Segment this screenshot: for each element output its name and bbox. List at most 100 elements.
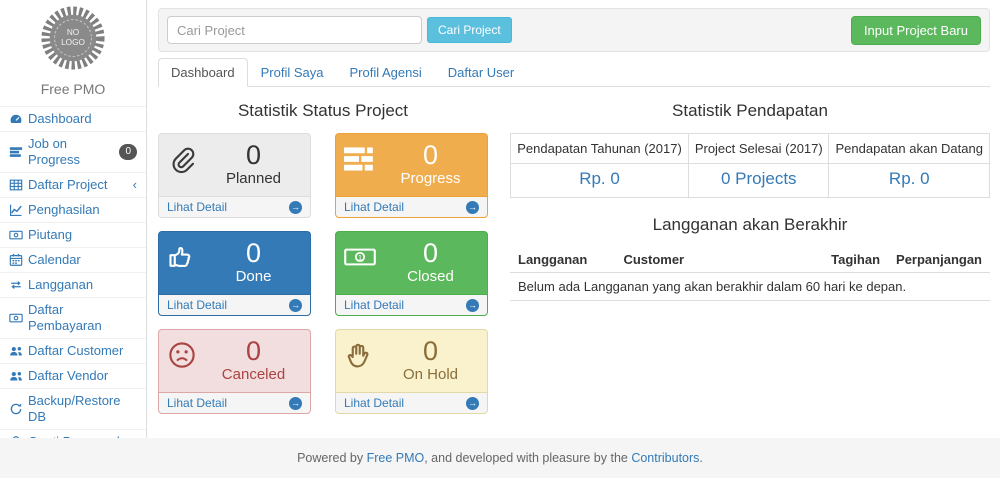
subscription-header: Tagihan: [816, 247, 888, 273]
chevron-left-icon: ‹: [133, 179, 137, 191]
status-section: Statistik Status Project 0 Planned Lihat…: [158, 87, 488, 414]
card-count: 0: [205, 141, 302, 170]
card-count: 0: [205, 337, 302, 366]
subscription-header: Perpanjangan: [888, 247, 990, 273]
card-count: 0: [382, 141, 479, 170]
sidebar-item-calendar[interactable]: Calendar: [0, 247, 146, 272]
arrow-circle-right-icon: →: [289, 201, 302, 214]
tab-dashboard[interactable]: Dashboard: [158, 58, 248, 87]
sidebar-item-job-on-progress[interactable]: Job on Progress 0: [0, 131, 146, 172]
footer-brand-link[interactable]: Free PMO: [367, 451, 425, 465]
footer-contributors-link[interactable]: Contributors: [631, 451, 699, 465]
users-icon: [9, 344, 23, 358]
card-label: Closed: [382, 268, 479, 286]
income-value-link[interactable]: 0 Projects: [689, 164, 829, 198]
money-icon: [9, 311, 23, 325]
arrow-circle-right-icon: →: [466, 397, 479, 410]
income-header: Pendapatan akan Datang: [829, 134, 990, 164]
sidebar-item-backup-restore-db[interactable]: Backup/Restore DB: [0, 388, 146, 429]
income-section: Statistik Pendapatan Pendapatan Tahunan …: [510, 87, 990, 414]
lihat-detail-link[interactable]: Lihat Detail →: [158, 294, 311, 316]
lihat-detail-link[interactable]: Lihat Detail →: [335, 196, 488, 218]
card-label: Canceled: [205, 366, 302, 384]
income-value-link[interactable]: Rp. 0: [511, 164, 689, 198]
footer-text: , and developed with pleasure by the: [424, 451, 631, 465]
retweet-icon: [9, 278, 23, 292]
new-project-button[interactable]: Input Project Baru: [851, 16, 981, 45]
paperclip-icon: [167, 144, 197, 176]
subscription-header: Langganan: [510, 247, 615, 273]
refresh-icon: [9, 402, 23, 416]
sidebar-item-label: Langganan: [28, 277, 93, 293]
logo-area: NO LOGO Free PMO: [0, 0, 146, 97]
footer-text: .: [699, 451, 702, 465]
arrow-circle-right-icon: →: [289, 299, 302, 312]
tab-profil-saya[interactable]: Profil Saya: [248, 58, 337, 87]
page-footer: Powered by Free PMO, and developed with …: [0, 438, 1000, 478]
income-header: Pendapatan Tahunan (2017): [511, 134, 689, 164]
sidebar-item-label: Daftar Vendor: [28, 368, 108, 384]
calendar-icon: [9, 253, 23, 267]
lihat-detail-link[interactable]: Lihat Detail →: [335, 392, 488, 414]
card-count: 0: [382, 337, 479, 366]
subscription-section-title: Langganan akan Berakhir: [510, 215, 990, 235]
sidebar-item-label: Penghasilan: [28, 202, 100, 218]
tasks-icon: [344, 144, 374, 174]
search-input[interactable]: [167, 16, 422, 44]
svg-text:NO: NO: [67, 28, 80, 37]
banknote-icon: 1: [344, 242, 376, 272]
subscription-table: Langganan Customer Tagihan Perpanjangan …: [510, 247, 990, 301]
sidebar-item-label: Piutang: [28, 227, 72, 243]
svg-text:LOGO: LOGO: [61, 38, 85, 47]
sidebar-item-piutang[interactable]: Piutang: [0, 222, 146, 247]
sidebar-item-label: Daftar Project: [28, 177, 107, 193]
income-table: Pendapatan Tahunan (2017) Project Selesa…: [510, 133, 990, 198]
subscription-empty-message: Belum ada Langganan yang akan berakhir d…: [510, 273, 990, 301]
job-count-badge: 0: [119, 144, 137, 160]
card-count: 0: [382, 239, 479, 268]
search-button[interactable]: Cari Project: [427, 17, 512, 43]
sidebar-item-daftar-project[interactable]: Daftar Project ‹: [0, 172, 146, 197]
tab-daftar-user[interactable]: Daftar User: [435, 58, 527, 87]
tab-bar: Dashboard Profil Saya Profil Agensi Daft…: [158, 58, 990, 87]
sidebar-item-penghasilan[interactable]: Penghasilan: [0, 197, 146, 222]
sidebar-item-label: Backup/Restore DB: [28, 393, 137, 425]
brand-name: Free PMO: [0, 81, 146, 97]
thumbs-up-icon: [167, 242, 197, 272]
sidebar-item-label: Daftar Customer: [28, 343, 123, 359]
tab-profil-agensi[interactable]: Profil Agensi: [336, 58, 434, 87]
sidebar-item-label: Daftar Pembayaran: [28, 302, 137, 334]
lihat-detail-link[interactable]: Lihat Detail →: [158, 196, 311, 218]
sidebar-item-label: Job on Progress: [28, 136, 114, 168]
status-card-progress: 0 Progress Lihat Detail →: [335, 133, 488, 218]
status-card-planned: 0 Planned Lihat Detail →: [158, 133, 311, 218]
status-card-on-hold: 0 On Hold Lihat Detail →: [335, 329, 488, 414]
sidebar-item-langganan[interactable]: Langganan: [0, 272, 146, 297]
card-label: Planned: [205, 170, 302, 188]
money-icon: [9, 228, 23, 242]
no-logo-seal-icon: NO LOGO: [40, 5, 106, 71]
lihat-detail-link[interactable]: Lihat Detail →: [158, 392, 311, 414]
svg-text:1: 1: [358, 253, 362, 262]
footer-text: Powered by: [297, 451, 366, 465]
sidebar-item-daftar-vendor[interactable]: Daftar Vendor: [0, 363, 146, 388]
sidebar: NO LOGO Free PMO Dashboard Job on Progre…: [0, 0, 147, 438]
status-card-done: 0 Done Lihat Detail →: [158, 231, 311, 316]
lihat-detail-link[interactable]: Lihat Detail →: [335, 294, 488, 316]
sidebar-item-daftar-customer[interactable]: Daftar Customer: [0, 338, 146, 363]
arrow-circle-right-icon: →: [466, 299, 479, 312]
status-card-canceled: 0 Canceled Lihat Detail →: [158, 329, 311, 414]
hand-icon: [344, 340, 374, 372]
table-icon: [9, 178, 23, 192]
income-section-title: Statistik Pendapatan: [510, 101, 990, 121]
sidebar-item-daftar-pembayaran[interactable]: Daftar Pembayaran: [0, 297, 146, 338]
status-card-closed: 1 0 Closed Lihat Detail →: [335, 231, 488, 316]
subscription-header: Customer: [615, 247, 816, 273]
card-label: Done: [205, 268, 302, 286]
users-icon: [9, 369, 23, 383]
arrow-circle-right-icon: →: [466, 201, 479, 214]
sidebar-item-dashboard[interactable]: Dashboard: [0, 106, 146, 131]
card-label: Progress: [382, 170, 479, 188]
income-value-link[interactable]: Rp. 0: [829, 164, 990, 198]
sidebar-menu: Dashboard Job on Progress 0 Daftar Proje…: [0, 106, 146, 479]
